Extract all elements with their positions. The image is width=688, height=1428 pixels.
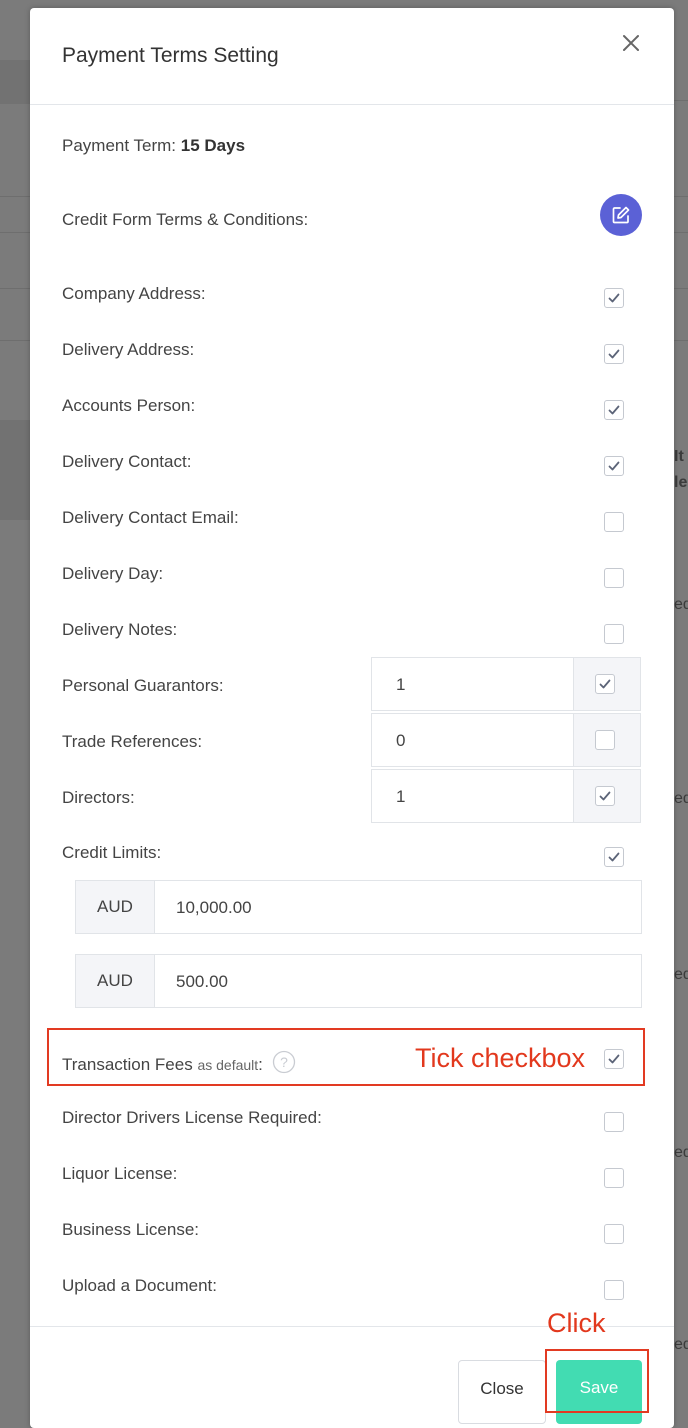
director-drivers-license-label: Director Drivers License Required: bbox=[62, 1108, 322, 1127]
check-icon bbox=[608, 852, 620, 862]
trade-references-input[interactable]: 0 bbox=[396, 731, 405, 751]
transaction-fees-checkbox[interactable] bbox=[604, 1049, 624, 1069]
credit-limit-group: AUD 10,000.00 bbox=[75, 880, 642, 934]
directors-input[interactable]: 1 bbox=[396, 787, 405, 807]
transaction-fees-label: Transaction Fees bbox=[62, 1055, 193, 1074]
accounts-person-label: Accounts Person: bbox=[62, 396, 196, 415]
save-highlight bbox=[545, 1349, 649, 1413]
background-band bbox=[0, 420, 30, 520]
business-license-label: Business License: bbox=[62, 1220, 200, 1239]
payment-term-row: Payment Term: 15 Days bbox=[62, 136, 245, 156]
delivery-address-label: Delivery Address: bbox=[62, 340, 195, 359]
delivery-contact-email-label: Delivery Contact Email: bbox=[62, 508, 239, 527]
delivery-contact-email-checkbox[interactable] bbox=[604, 512, 624, 532]
close-icon[interactable] bbox=[618, 30, 644, 56]
personal-guarantors-checkbox[interactable] bbox=[595, 674, 615, 694]
svg-text:?: ? bbox=[280, 1054, 288, 1070]
edit-icon bbox=[612, 206, 630, 224]
check-icon bbox=[608, 1054, 620, 1064]
modal-title: Payment Terms Setting bbox=[62, 44, 279, 67]
background-text: ed bbox=[674, 966, 688, 983]
directors-group: 1 bbox=[371, 769, 641, 823]
trade-references-label: Trade References: bbox=[62, 732, 203, 751]
currency-addon: AUD bbox=[76, 881, 155, 933]
payment-term-value: 15 Days bbox=[180, 136, 246, 155]
business-license-checkbox[interactable] bbox=[604, 1224, 624, 1244]
delivery-contact-checkbox[interactable] bbox=[604, 456, 624, 476]
help-icon[interactable]: ? bbox=[272, 1050, 296, 1079]
delivery-contact-label: Delivery Contact: bbox=[62, 452, 192, 471]
delivery-day-checkbox[interactable] bbox=[604, 568, 624, 588]
background-text: ed bbox=[674, 1144, 688, 1161]
check-icon bbox=[608, 349, 620, 359]
credit-form-label: Credit Form Terms & Conditions: bbox=[62, 210, 309, 229]
trade-references-addon bbox=[573, 714, 640, 766]
currency-addon: AUD bbox=[76, 955, 155, 1007]
check-icon bbox=[608, 405, 620, 415]
background-text: It bbox=[674, 448, 684, 465]
background-text: ed bbox=[674, 790, 688, 807]
check-icon bbox=[608, 461, 620, 471]
trade-references-checkbox[interactable] bbox=[595, 730, 615, 750]
credit-limit-group: AUD 500.00 bbox=[75, 954, 642, 1008]
upload-document-checkbox[interactable] bbox=[604, 1280, 624, 1300]
click-annotation: Click bbox=[547, 1308, 606, 1338]
payment-term-label: Payment Term: bbox=[62, 136, 177, 155]
liquor-license-label: Liquor License: bbox=[62, 1164, 178, 1183]
personal-guarantors-addon bbox=[573, 658, 640, 710]
personal-guarantors-label: Personal Guarantors: bbox=[62, 676, 224, 695]
upload-document-label: Upload a Document: bbox=[62, 1276, 217, 1295]
background-text: ed bbox=[674, 1336, 688, 1353]
delivery-notes-label: Delivery Notes: bbox=[62, 620, 178, 639]
background-text: le bbox=[674, 474, 688, 491]
trade-references-group: 0 bbox=[371, 713, 641, 767]
edit-terms-button[interactable] bbox=[600, 194, 642, 236]
director-drivers-license-checkbox[interactable] bbox=[604, 1112, 624, 1132]
tick-checkbox-annotation: Tick checkbox bbox=[415, 1043, 586, 1073]
check-icon bbox=[608, 293, 620, 303]
company-address-label: Company Address: bbox=[62, 284, 206, 303]
credit-limits-checkbox[interactable] bbox=[604, 847, 624, 867]
directors-label: Directors: bbox=[62, 788, 135, 807]
transaction-fees-suffix: as default bbox=[197, 1057, 259, 1073]
check-icon bbox=[599, 679, 611, 689]
transaction-fees-colon: : bbox=[258, 1055, 263, 1074]
modal-header: Payment Terms Setting bbox=[30, 8, 674, 105]
payment-terms-modal: Payment Terms Setting Payment Term: 15 D… bbox=[30, 8, 674, 1428]
transaction-fees-row: Transaction Fees as default: ? bbox=[62, 1050, 296, 1079]
liquor-license-checkbox[interactable] bbox=[604, 1168, 624, 1188]
credit-limits-label: Credit Limits: bbox=[62, 843, 162, 862]
credit-limit-input[interactable]: 500.00 bbox=[176, 972, 228, 992]
personal-guarantors-group: 1 bbox=[371, 657, 641, 711]
delivery-notes-checkbox[interactable] bbox=[604, 624, 624, 644]
accounts-person-checkbox[interactable] bbox=[604, 400, 624, 420]
delivery-day-label: Delivery Day: bbox=[62, 564, 164, 583]
personal-guarantors-input[interactable]: 1 bbox=[396, 675, 405, 695]
background-band bbox=[0, 60, 30, 104]
check-icon bbox=[599, 791, 611, 801]
close-button[interactable]: Close bbox=[458, 1360, 546, 1424]
directors-addon bbox=[573, 770, 640, 822]
directors-checkbox[interactable] bbox=[595, 786, 615, 806]
company-address-checkbox[interactable] bbox=[604, 288, 624, 308]
delivery-address-checkbox[interactable] bbox=[604, 344, 624, 364]
background-text: ed bbox=[674, 596, 688, 613]
credit-limit-input[interactable]: 10,000.00 bbox=[176, 898, 252, 918]
